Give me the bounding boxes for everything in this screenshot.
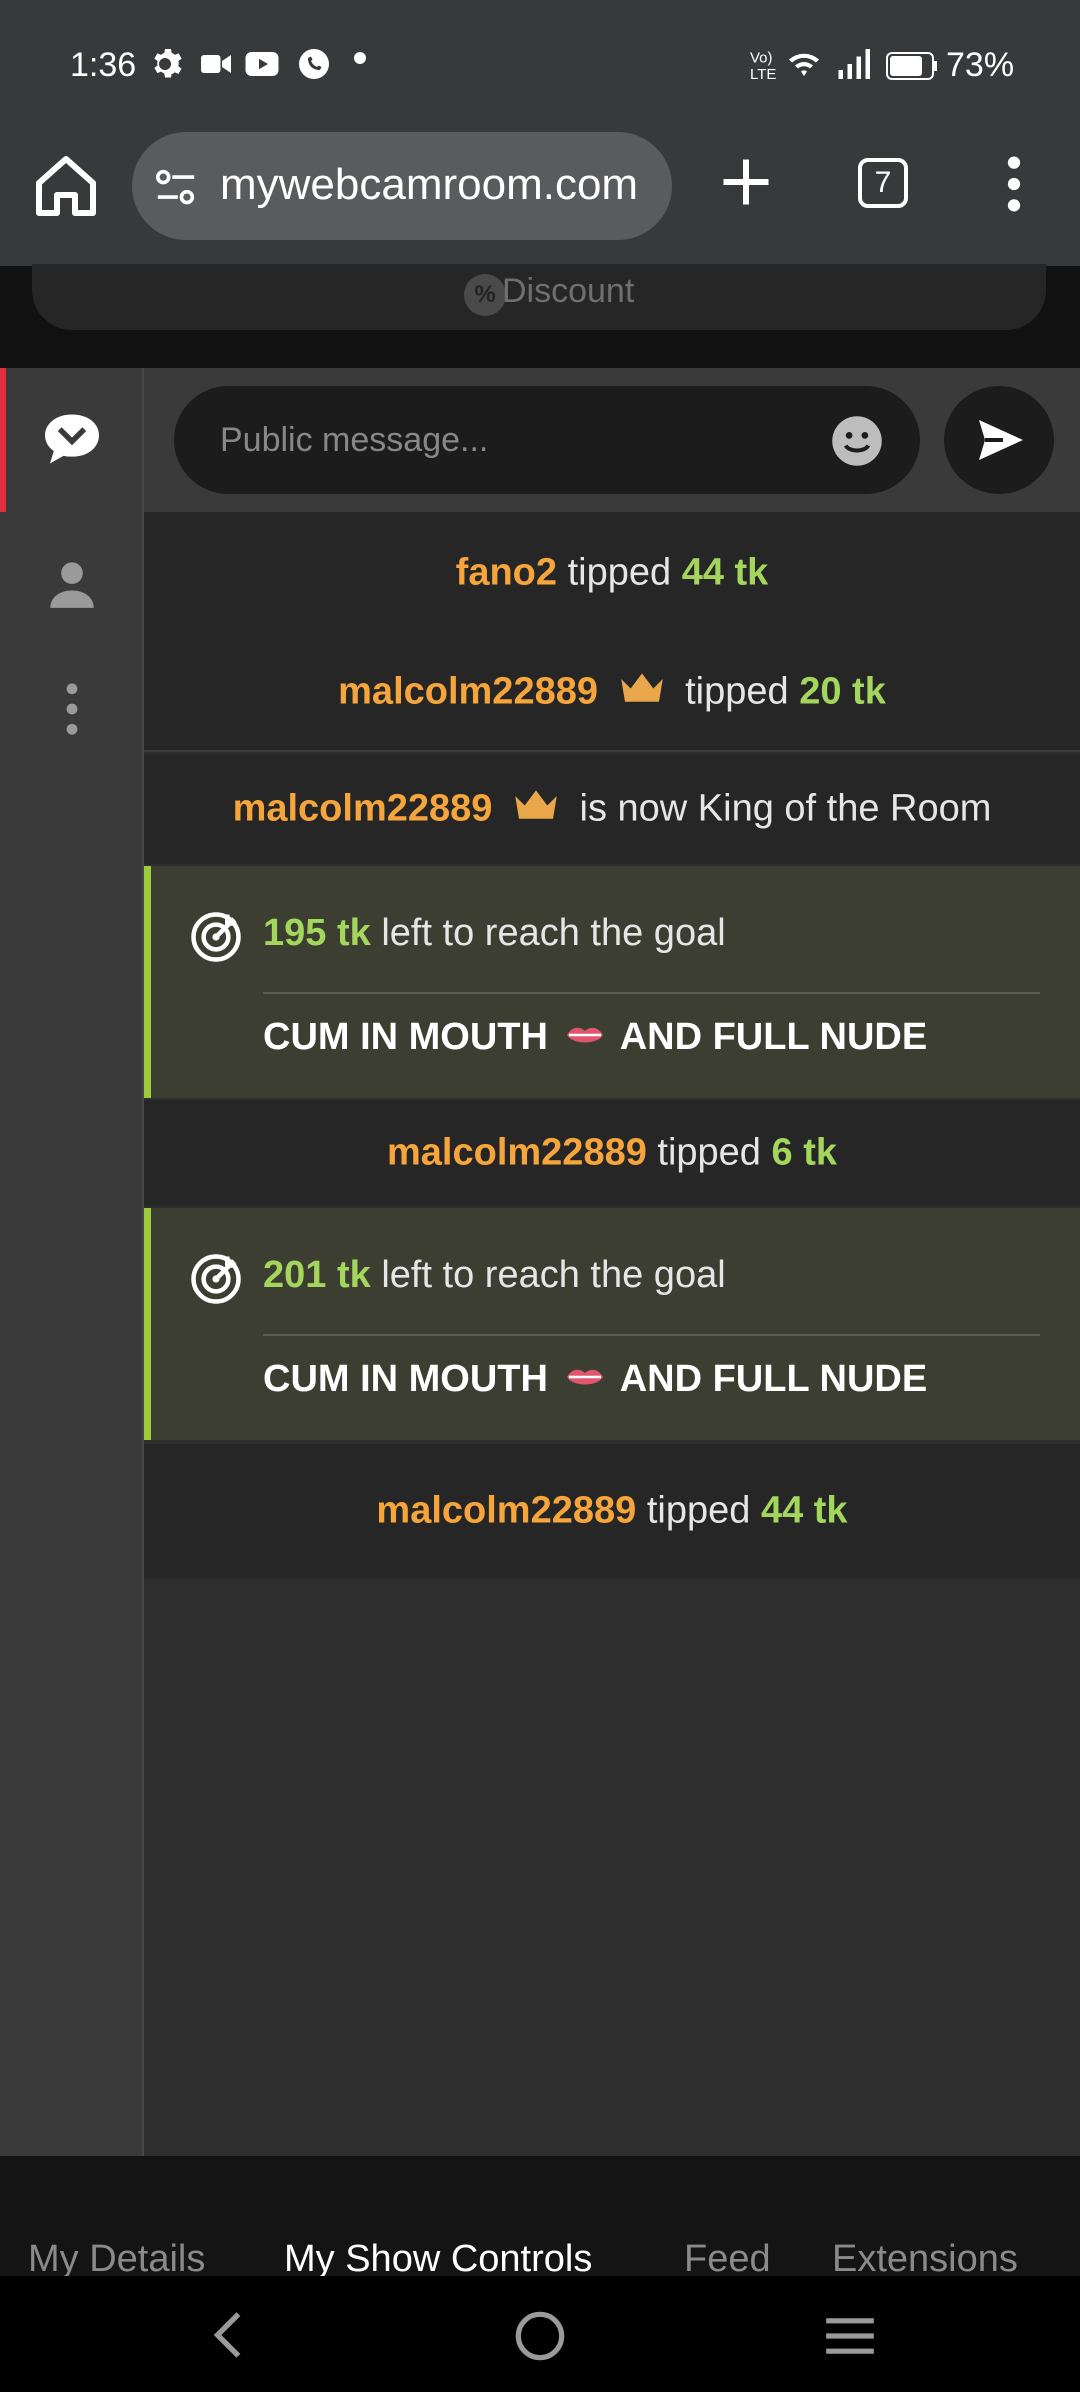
divider bbox=[263, 1334, 1040, 1336]
tip-amount: 44 tk bbox=[681, 551, 769, 594]
rail-users-button[interactable] bbox=[0, 516, 144, 644]
goal-remaining: 195 tk left to reach the goal bbox=[263, 912, 726, 955]
emoji-button[interactable] bbox=[830, 414, 884, 468]
crown-icon bbox=[620, 673, 663, 702]
tab-my-show-controls[interactable]: My Show Controls bbox=[284, 2238, 592, 2276]
tab-feed[interactable]: Feed bbox=[684, 2238, 771, 2276]
notification-dot-icon bbox=[354, 52, 366, 64]
signal-icon bbox=[838, 49, 870, 79]
lips-emoji-icon bbox=[566, 1027, 603, 1043]
chat-message-tip: malcolm22889 tipped 20 tk bbox=[144, 634, 1080, 752]
goal-title-part: AND FULL NUDE bbox=[619, 1016, 928, 1058]
goal-title-part: CUM IN MOUTH bbox=[263, 1358, 548, 1400]
rail-chat-button[interactable] bbox=[0, 368, 144, 512]
system-nav-bar bbox=[0, 2276, 1080, 2392]
url-text: mywebcamroom.com bbox=[220, 160, 639, 209]
volte-icon: Vo)LTE bbox=[750, 50, 776, 83]
send-button[interactable] bbox=[944, 386, 1054, 494]
chat-message-tip: malcolm22889 tipped 6 tk bbox=[144, 1100, 1080, 1206]
chat-text: tipped bbox=[657, 1131, 761, 1174]
new-tab-button[interactable] bbox=[716, 152, 776, 212]
chat-feed: fano2 tipped 44 tk malcolm22889 tipped 2… bbox=[144, 512, 1080, 2156]
goal-remaining: 201 tk left to reach the goal bbox=[263, 1254, 726, 1297]
svg-text:Vo): Vo) bbox=[750, 50, 773, 67]
goal-title-part: CUM IN MOUTH bbox=[263, 1016, 548, 1058]
side-rail bbox=[0, 368, 144, 2156]
goal-text: left to reach the goal bbox=[381, 912, 726, 954]
chat-username[interactable]: malcolm22889 bbox=[338, 671, 598, 713]
more-vertical-icon bbox=[66, 683, 78, 735]
whatsapp-icon bbox=[299, 49, 329, 79]
settings-gear-icon bbox=[154, 49, 182, 78]
back-icon[interactable] bbox=[208, 2310, 248, 2360]
goal-progress-message: 201 tk left to reach the goal CUM IN MOU… bbox=[144, 1208, 1080, 1440]
youtube-icon bbox=[245, 52, 279, 76]
rail-more-button[interactable] bbox=[0, 646, 144, 774]
tab-my-details[interactable]: My Details bbox=[28, 2238, 205, 2276]
goal-amount: 195 tk bbox=[263, 912, 371, 954]
home-button[interactable] bbox=[30, 150, 102, 222]
tab-switcher-button[interactable]: 7 bbox=[858, 158, 908, 208]
chat-username[interactable]: malcolm22889 bbox=[376, 1490, 636, 1532]
tip-amount: 44 tk bbox=[760, 1489, 848, 1532]
goal-progress-message: 195 tk left to reach the goal CUM IN MOU… bbox=[144, 866, 1080, 1098]
home-circle-icon[interactable] bbox=[514, 2310, 566, 2362]
percent-icon: % bbox=[464, 274, 506, 316]
discount-label: Discount bbox=[502, 272, 635, 310]
chat-message-tip: fano2 tipped 44 tk bbox=[144, 512, 1080, 634]
recents-menu-icon[interactable] bbox=[824, 2314, 876, 2358]
public-message-input[interactable] bbox=[174, 386, 920, 494]
goal-amount: 201 tk bbox=[263, 1254, 371, 1296]
goal-text: left to reach the goal bbox=[381, 1254, 726, 1296]
tip-amount: 6 tk bbox=[771, 1131, 837, 1174]
status-bar: 1:36 Vo) LTE 73% bbox=[0, 0, 1080, 130]
tab-extensions[interactable]: Extensions bbox=[832, 2238, 1018, 2276]
target-goal-icon bbox=[191, 1254, 241, 1304]
battery-icon bbox=[886, 52, 937, 80]
chat-message-tip: malcolm22889 tipped 44 tk bbox=[144, 1444, 1080, 1578]
chat-text: tipped bbox=[685, 670, 789, 713]
svg-text:LTE: LTE bbox=[750, 66, 776, 82]
send-icon bbox=[979, 420, 1023, 460]
wifi-icon bbox=[789, 53, 819, 76]
message-composer bbox=[144, 368, 1080, 512]
chat-username[interactable]: malcolm22889 bbox=[233, 788, 493, 830]
chat-message-king: malcolm22889 is now King of the Room bbox=[144, 754, 1080, 864]
discount-strip: % Discount bbox=[0, 264, 1080, 368]
divider bbox=[263, 992, 1040, 994]
bottom-tab-bar: My Details My Show Controls Feed Extensi… bbox=[0, 2156, 1080, 2276]
active-indicator bbox=[0, 368, 6, 512]
goal-title: CUM IN MOUTH AND FULL NUDE bbox=[263, 1358, 927, 1401]
chat-icon bbox=[45, 414, 99, 464]
chat-text: is now King of the Room bbox=[579, 787, 992, 830]
lips-emoji-icon bbox=[566, 1369, 603, 1385]
chat-text: tipped bbox=[567, 551, 672, 594]
address-bar[interactable]: mywebcamroom.com bbox=[132, 132, 672, 240]
chat-username[interactable]: malcolm22889 bbox=[387, 1132, 647, 1174]
chat-text: tipped bbox=[646, 1489, 751, 1532]
status-time: 1:36 bbox=[70, 46, 137, 84]
chat-username[interactable]: fano2 bbox=[456, 552, 557, 594]
overflow-menu-button[interactable] bbox=[996, 152, 1032, 216]
target-goal-icon bbox=[191, 912, 241, 962]
discount-button[interactable]: % Discount bbox=[32, 264, 1046, 330]
video-camera-icon bbox=[201, 55, 231, 73]
crown-icon bbox=[515, 790, 557, 819]
goal-title: CUM IN MOUTH AND FULL NUDE bbox=[263, 1016, 927, 1059]
goal-title-part: AND FULL NUDE bbox=[619, 1358, 928, 1400]
battery-percentage: 73% bbox=[946, 46, 1015, 84]
tip-amount: 20 tk bbox=[799, 670, 886, 713]
site-settings-icon[interactable] bbox=[154, 168, 198, 208]
browser-toolbar: mywebcamroom.com 7 bbox=[0, 130, 1080, 266]
user-icon bbox=[50, 562, 94, 608]
